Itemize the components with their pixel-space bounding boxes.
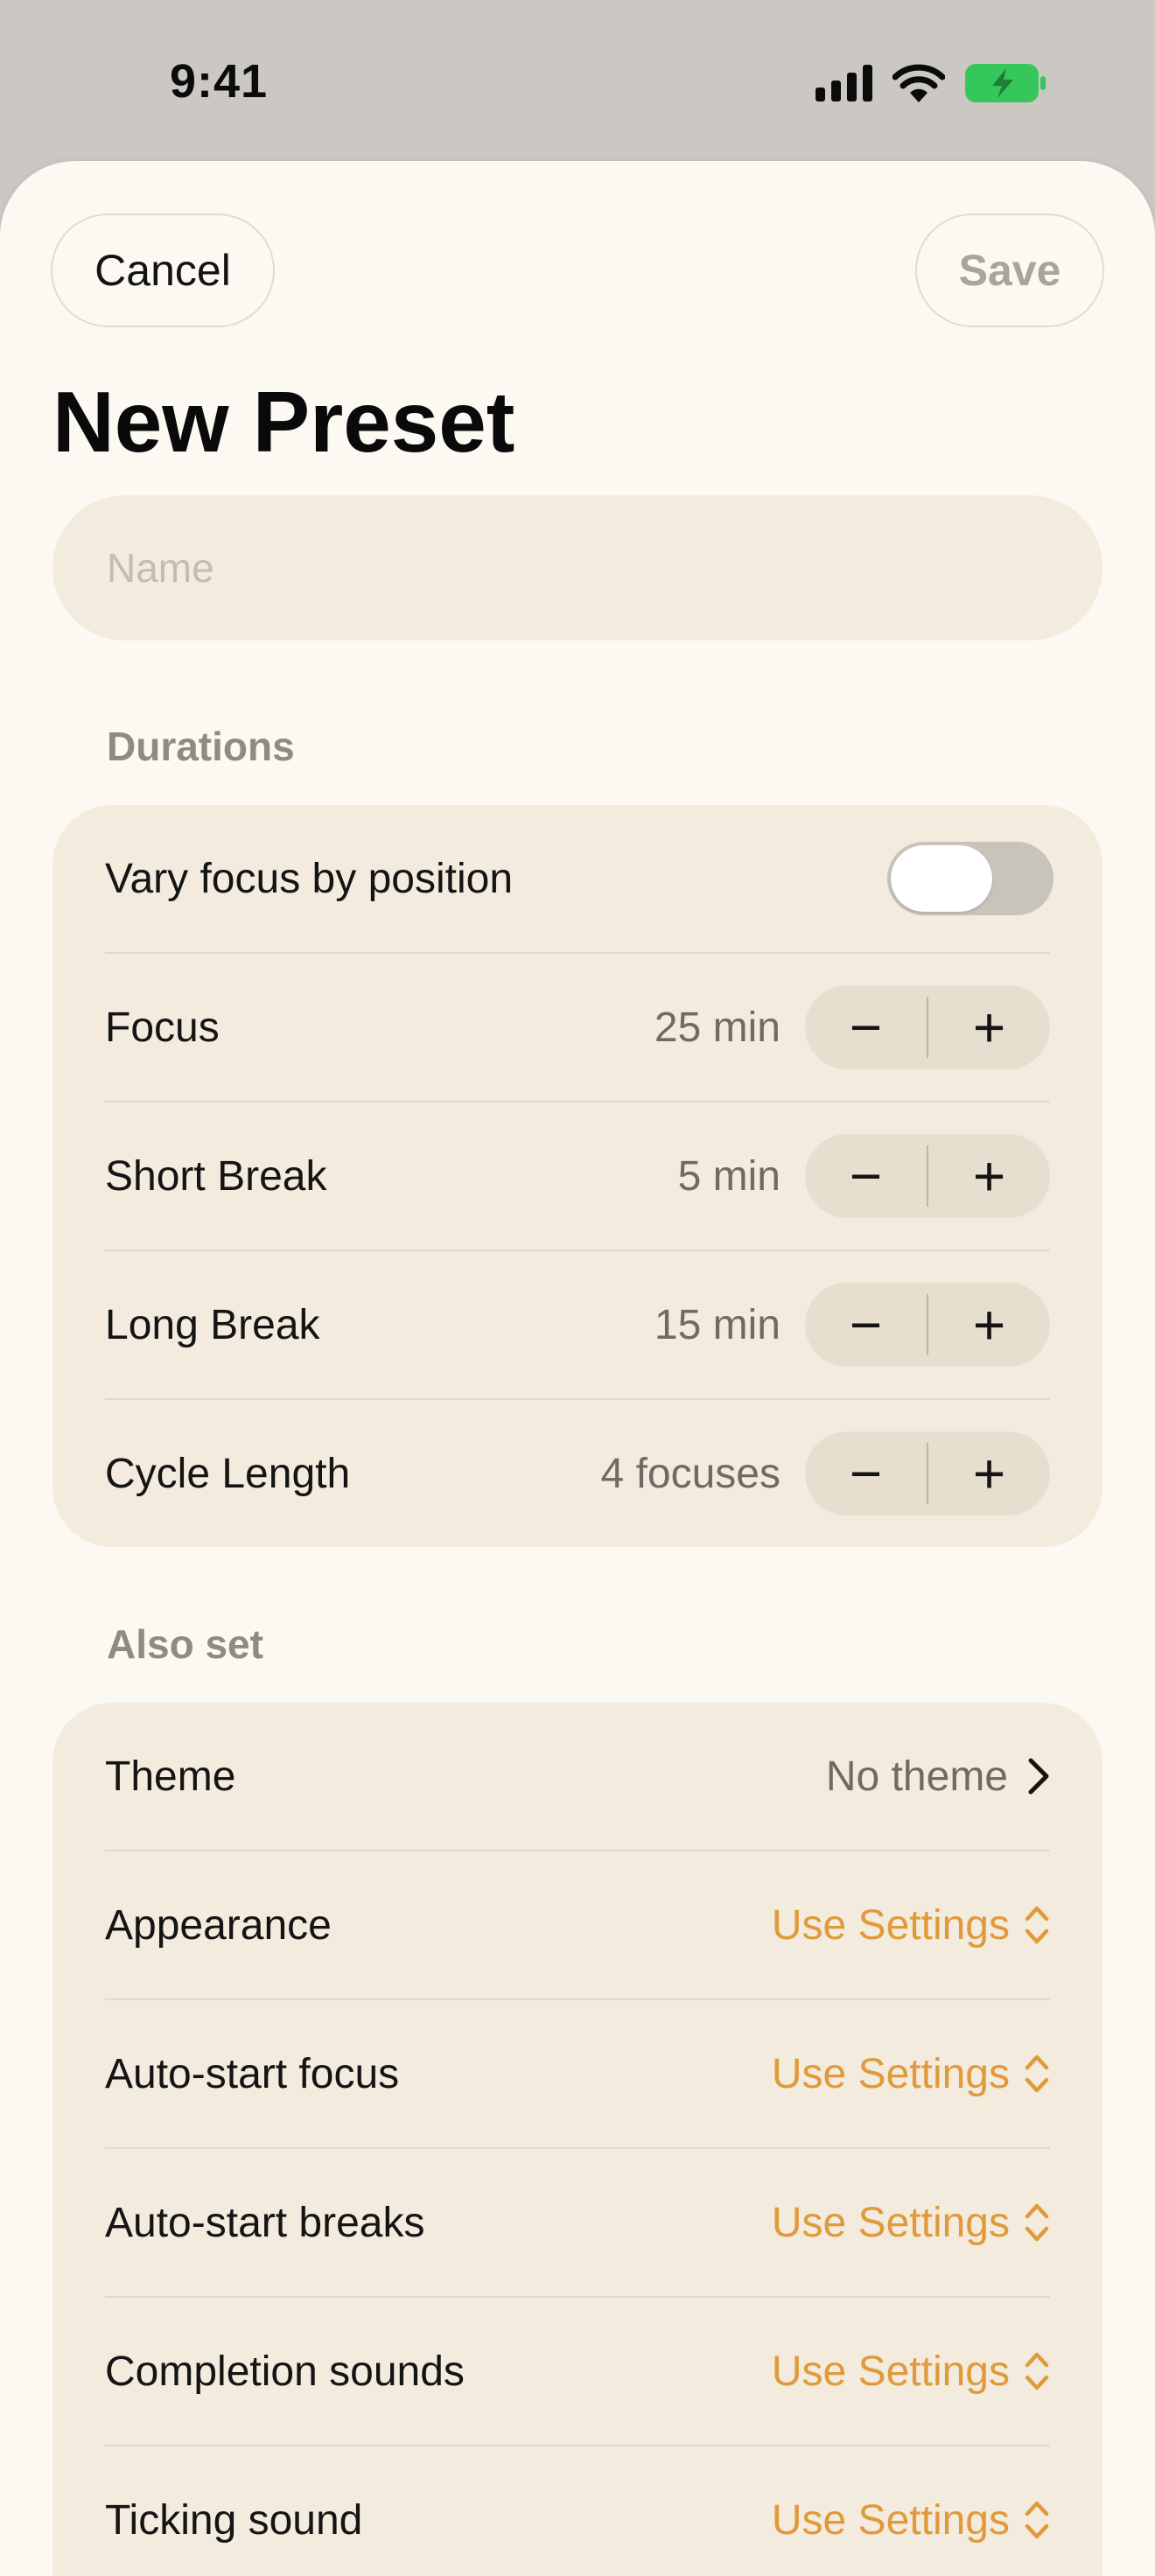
cancel-button[interactable]: Cancel [51,214,275,327]
cycle-length-row: Cycle Length 4 focuses − + [105,1400,1050,1547]
page-title: New Preset [52,374,515,470]
short-break-row: Short Break 5 min − + [105,1102,1050,1251]
short-break-increment-button[interactable]: + [928,1134,1050,1218]
cycle-length-increment-button[interactable]: + [928,1432,1050,1516]
cycle-length-value: 4 focuses [600,1450,780,1497]
completion-sounds-value: Use Settings [771,2348,1010,2395]
new-preset-sheet: Cancel Save New Preset Durations Vary fo… [0,161,1155,2576]
appearance-value: Use Settings [771,1901,1010,1949]
chevron-up-down-icon [1025,2352,1049,2390]
focus-value: 25 min [654,1004,780,1051]
theme-label: Theme [105,1753,236,1800]
appearance-label: Appearance [105,1901,332,1949]
chevron-up-down-icon [1025,2501,1049,2539]
long-break-decrement-button[interactable]: − [805,1283,927,1367]
cellular-signal-icon [816,65,872,102]
auto-start-focus-row[interactable]: Auto-start focus Use Settings [105,2000,1050,2149]
chevron-up-down-icon [1025,2203,1049,2242]
durations-section-header: Durations [107,724,295,769]
ticking-sound-value: Use Settings [771,2496,1010,2544]
short-break-value: 5 min [677,1152,780,1200]
short-break-label: Short Break [105,1152,327,1200]
appearance-row[interactable]: Appearance Use Settings [105,1852,1050,2000]
focus-row: Focus 25 min − + [105,954,1050,1102]
auto-start-breaks-label: Auto-start breaks [105,2199,425,2246]
long-break-stepper: − + [805,1283,1050,1367]
long-break-label: Long Break [105,1301,320,1348]
theme-value: No theme [825,1753,1008,1800]
long-break-increment-button[interactable]: + [928,1283,1050,1367]
focus-stepper: − + [805,985,1050,1069]
focus-increment-button[interactable]: + [928,985,1050,1069]
ticking-sound-label: Ticking sound [105,2496,363,2544]
status-bar: 9:41 [0,0,1155,163]
chevron-up-down-icon [1025,1906,1049,1944]
focus-decrement-button[interactable]: − [805,985,927,1069]
focus-label: Focus [105,1004,220,1051]
also-set-card: Theme No theme Appearance Use Settings A… [52,1703,1102,2576]
also-set-section-header: Also set [107,1621,263,1667]
cycle-length-stepper: − + [805,1432,1050,1516]
ticking-sound-row[interactable]: Ticking sound Use Settings [105,2446,1050,2576]
durations-card: Vary focus by position Focus 25 min − + … [52,805,1102,1547]
vary-focus-toggle[interactable] [887,842,1054,915]
status-icons [816,63,1046,103]
short-break-decrement-button[interactable]: − [805,1134,927,1218]
vary-focus-row: Vary focus by position [105,805,1054,954]
toggle-knob [891,845,992,912]
battery-charging-icon [965,64,1046,102]
name-input[interactable] [52,495,1102,640]
completion-sounds-row[interactable]: Completion sounds Use Settings [105,2298,1050,2446]
wifi-icon [892,64,945,102]
cycle-length-decrement-button[interactable]: − [805,1432,927,1516]
auto-start-breaks-value: Use Settings [771,2199,1010,2246]
theme-row[interactable]: Theme No theme [105,1703,1050,1852]
auto-start-focus-label: Auto-start focus [105,2050,400,2097]
save-button[interactable]: Save [915,214,1104,327]
auto-start-focus-value: Use Settings [771,2050,1010,2097]
cycle-length-label: Cycle Length [105,1450,351,1497]
status-time: 9:41 [170,55,269,108]
chevron-up-down-icon [1025,2054,1049,2093]
chevron-right-icon [1028,1758,1049,1795]
completion-sounds-label: Completion sounds [105,2348,465,2395]
auto-start-breaks-row[interactable]: Auto-start breaks Use Settings [105,2149,1050,2298]
short-break-stepper: − + [805,1134,1050,1218]
long-break-row: Long Break 15 min − + [105,1251,1050,1400]
long-break-value: 15 min [654,1301,780,1348]
